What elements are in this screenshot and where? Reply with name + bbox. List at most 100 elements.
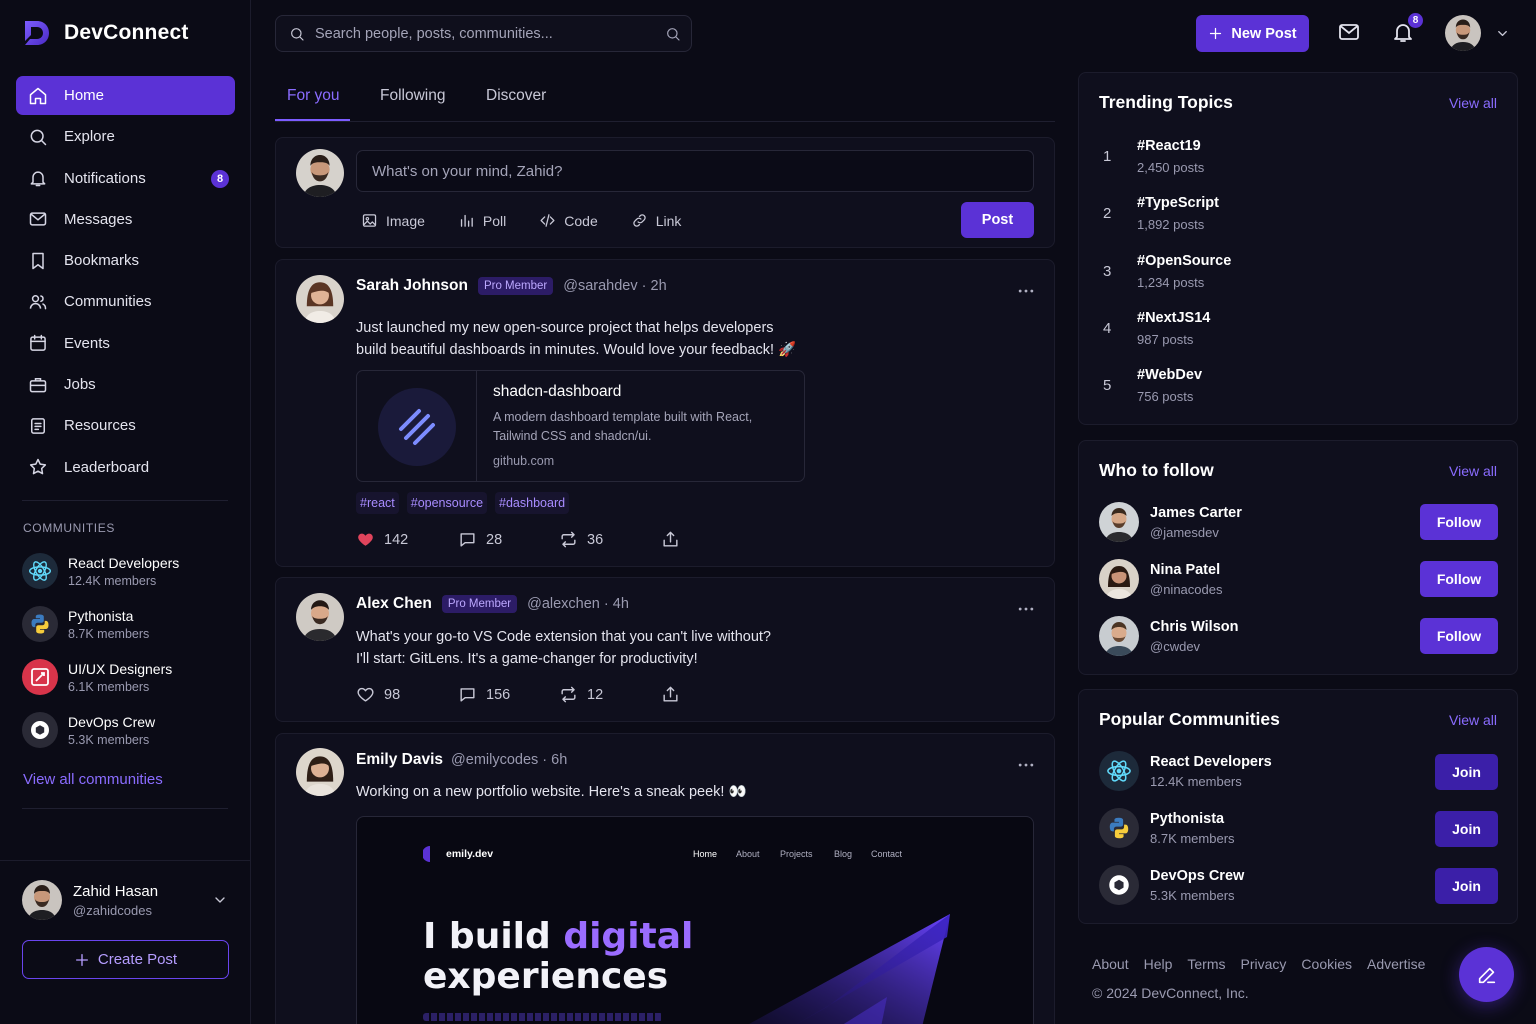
sidebar-community-python[interactable]: Pythonista 8.7K members xyxy=(22,606,149,642)
trend-count: 2,450 posts xyxy=(1137,160,1205,175)
more-options-icon[interactable] xyxy=(1016,599,1036,619)
footer-link-advertise[interactable]: Advertise xyxy=(1367,956,1425,972)
avatar[interactable] xyxy=(296,275,344,323)
more-options-icon[interactable] xyxy=(1016,281,1036,301)
heart-icon xyxy=(356,685,375,704)
footer-link-privacy[interactable]: Privacy xyxy=(1241,956,1287,972)
poll-icon xyxy=(458,212,475,229)
website-preview-image[interactable]: emily.dev Home About Projects Blog Conta… xyxy=(356,816,1034,1024)
community-item[interactable]: React Developers 12.4K members xyxy=(1099,751,1272,791)
view-all-link[interactable]: View all xyxy=(1449,712,1497,728)
nav-item-messages[interactable]: Messages xyxy=(16,200,235,239)
sidebar-community-react[interactable]: React Developers 12.4K members xyxy=(22,553,179,589)
nav-item-explore[interactable]: Explore xyxy=(16,117,235,156)
add-link-button[interactable]: Link xyxy=(631,212,681,229)
nav-item-bookmarks[interactable]: Bookmarks xyxy=(16,241,235,280)
follow-button[interactable]: Follow xyxy=(1420,618,1498,654)
join-button[interactable]: Join xyxy=(1435,868,1498,904)
repost-button[interactable]: 12 xyxy=(559,685,661,704)
community-item[interactable]: DevOps Crew 5.3K members xyxy=(1099,865,1244,905)
trending-item[interactable]: 5 #WebDev 756 posts xyxy=(1099,367,1202,404)
trending-item[interactable]: 1 #React19 2,450 posts xyxy=(1099,138,1204,175)
community-name: React Developers xyxy=(68,554,180,571)
comment-count: 156 xyxy=(486,686,511,703)
tab-for-you[interactable]: For you xyxy=(287,87,340,105)
preview-site-brand: emily.dev xyxy=(423,846,493,862)
chevron-down-icon[interactable] xyxy=(1495,26,1510,41)
nav-item-jobs[interactable]: Jobs xyxy=(16,365,235,404)
nav-item-leaderboard[interactable]: Leaderboard xyxy=(16,448,235,487)
community-item[interactable]: Pythonista 8.7K members xyxy=(1099,808,1235,848)
follow-button[interactable]: Follow xyxy=(1420,561,1498,597)
trend-rank: 2 xyxy=(1103,205,1112,222)
author-name[interactable]: Sarah Johnson xyxy=(356,277,468,295)
create-post-button[interactable]: Create Post xyxy=(22,940,229,979)
share-button[interactable] xyxy=(661,685,680,704)
search-input[interactable] xyxy=(315,25,655,42)
post-button[interactable]: Post xyxy=(961,202,1034,238)
current-user-profile[interactable]: Zahid Hasan @zahidcodes xyxy=(22,880,228,920)
like-button[interactable]: 98 xyxy=(356,685,458,704)
footer-link-help[interactable]: Help xyxy=(1144,956,1173,972)
comment-button[interactable]: 156 xyxy=(458,685,559,704)
sidebar: DevConnect Home Explore Notifications 8 … xyxy=(0,0,251,1024)
nav-item-resources[interactable]: Resources xyxy=(16,406,235,445)
nav-item-notifications[interactable]: Notifications 8 xyxy=(16,159,235,198)
nav-item-events[interactable]: Events xyxy=(16,324,235,363)
tab-following[interactable]: Following xyxy=(380,87,445,105)
post-card: Emily Davis @emilycodes · 6h Working on … xyxy=(275,733,1055,1024)
view-all-communities-link[interactable]: View all communities xyxy=(23,771,163,788)
app-logo[interactable]: DevConnect xyxy=(22,18,189,48)
suggested-user[interactable]: Nina Patel @ninacodes xyxy=(1099,559,1222,599)
preview-subtext-blur xyxy=(423,1013,663,1021)
suggested-user[interactable]: James Carter @jamesdev xyxy=(1099,502,1242,542)
sidebar-community-uiux[interactable]: UI/UX Designers 6.1K members xyxy=(22,659,172,695)
compose-fab-button[interactable] xyxy=(1459,947,1514,1002)
active-tab-indicator xyxy=(275,119,350,121)
author-handle[interactable]: @sarahdev xyxy=(563,278,637,294)
hashtag[interactable]: #opensource xyxy=(406,492,488,514)
avatar[interactable] xyxy=(296,748,344,796)
author-name[interactable]: Alex Chen xyxy=(356,595,432,613)
hashtag[interactable]: #dashboard xyxy=(495,492,570,514)
trending-item[interactable]: 3 #OpenSource 1,234 posts xyxy=(1099,253,1231,290)
view-all-link[interactable]: View all xyxy=(1449,463,1497,479)
search-bar[interactable] xyxy=(275,15,692,52)
like-button[interactable]: 142 xyxy=(356,530,458,549)
link-preview-card[interactable]: shadcn-dashboard A modern dashboard temp… xyxy=(356,370,805,482)
mail-icon[interactable] xyxy=(1337,20,1361,44)
view-all-link[interactable]: View all xyxy=(1449,95,1497,111)
footer-link-terms[interactable]: Terms xyxy=(1187,956,1225,972)
trending-item[interactable]: 2 #TypeScript 1,892 posts xyxy=(1099,195,1219,232)
author-handle[interactable]: @alexchen xyxy=(527,596,600,612)
bell-icon xyxy=(28,168,48,188)
search-submit-icon[interactable] xyxy=(665,26,681,42)
author-name[interactable]: Emily Davis xyxy=(356,751,443,769)
trending-item[interactable]: 4 #NextJS14 987 posts xyxy=(1099,310,1210,347)
add-image-button[interactable]: Image xyxy=(361,212,425,229)
user-avatar-menu[interactable] xyxy=(1445,15,1481,51)
action-label: Image xyxy=(386,212,425,229)
add-code-button[interactable]: Code xyxy=(539,212,598,229)
repost-button[interactable]: 36 xyxy=(559,530,661,549)
suggested-user[interactable]: Chris Wilson @cwdev xyxy=(1099,616,1239,656)
follow-button[interactable]: Follow xyxy=(1420,504,1498,540)
hashtag[interactable]: #react xyxy=(356,492,399,514)
comment-button[interactable]: 28 xyxy=(458,530,559,549)
join-button[interactable]: Join xyxy=(1435,754,1498,790)
join-button[interactable]: Join xyxy=(1435,811,1498,847)
author-handle[interactable]: @emilycodes xyxy=(451,752,538,768)
footer-link-about[interactable]: About xyxy=(1092,956,1129,972)
tab-discover[interactable]: Discover xyxy=(486,87,546,105)
nav-item-communities[interactable]: Communities xyxy=(16,282,235,321)
add-poll-button[interactable]: Poll xyxy=(458,212,506,229)
compose-input[interactable]: What's on your mind, Zahid? xyxy=(356,150,1034,192)
avatar[interactable] xyxy=(296,593,344,641)
sidebar-community-devops[interactable]: DevOps Crew 5.3K members xyxy=(22,712,155,748)
share-button[interactable] xyxy=(661,530,680,549)
footer-link-cookies[interactable]: Cookies xyxy=(1301,956,1352,972)
new-post-button[interactable]: New Post xyxy=(1196,15,1309,52)
chevron-down-icon[interactable] xyxy=(212,892,228,908)
nav-item-home[interactable]: Home xyxy=(16,76,235,115)
more-options-icon[interactable] xyxy=(1016,755,1036,775)
